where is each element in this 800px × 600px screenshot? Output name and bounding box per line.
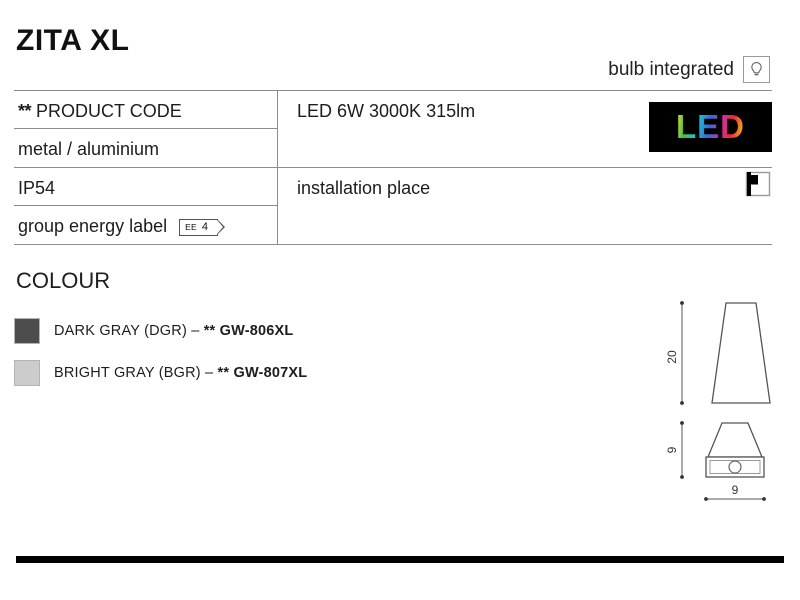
wall-mount-icon [744, 170, 772, 198]
table-rule-2 [14, 167, 772, 168]
colour-swatch-bright-gray [14, 360, 40, 386]
colour-label-dark-gray: DARK GRAY (DGR) – ** GW-806XL [54, 322, 293, 340]
ip-rating-label: IP54 [18, 178, 56, 198]
table-row: ** PRODUCT CODE [18, 100, 182, 122]
colour-code-bright-gray: GW-807XL [233, 365, 308, 381]
energy-label-text: group energy label [18, 216, 168, 236]
colour-stars-0: ** [203, 323, 216, 339]
light-bulb-icon [743, 56, 770, 83]
table-rule-top [14, 90, 772, 91]
energy-badge-prefix: EE [185, 222, 197, 233]
page-title: ZITA XL [16, 24, 130, 57]
led-logo: LED [649, 102, 772, 152]
bulb-integrated-label: bulb integrated [608, 58, 734, 80]
table-rule-bottom [14, 244, 772, 245]
product-spec-sheet: ZITA XL bulb integrated ** PRODUCT CODE … [0, 0, 800, 600]
colour-swatch-dark-gray [14, 318, 40, 344]
led-spec-value: LED 6W 3000K 315lm [297, 101, 476, 121]
svg-text:9: 9 [732, 483, 739, 497]
colour-dash-1: – [205, 365, 214, 381]
svg-text:20: 20 [665, 350, 679, 364]
colour-section-heading: COLOUR [16, 268, 111, 293]
colour-name-dark-gray: DARK GRAY (DGR) [54, 323, 187, 339]
led-logo-text: LED [676, 108, 745, 145]
colour-dash-0: – [191, 323, 200, 339]
installation-place-label: installation place [297, 178, 431, 198]
front-view-drawing: 9 9 [665, 421, 766, 501]
table-rule-3 [14, 205, 277, 206]
colour-label-bright-gray: BRIGHT GRAY (BGR) – ** GW-807XL [54, 364, 307, 382]
energy-badge-value: 4 [201, 221, 208, 234]
table-column-divider [277, 90, 278, 244]
table-rule-1 [14, 128, 277, 129]
colour-option-dark-gray: DARK GRAY (DGR) – ** GW-806XL [14, 318, 293, 344]
colour-code-dark-gray: GW-806XL [219, 323, 294, 339]
bulb-integrated-row: bulb integrated [608, 56, 770, 83]
bottom-divider-bar [16, 556, 784, 563]
svg-text:9: 9 [665, 446, 679, 453]
product-code-stars: ** [18, 101, 32, 121]
energy-label-row: group energy label EE 4 [18, 215, 225, 237]
colour-name-bright-gray: BRIGHT GRAY (BGR) [54, 365, 201, 381]
side-view-drawing: 20 [665, 301, 771, 405]
energy-efficiency-badge: EE 4 [179, 218, 225, 236]
material-label: metal / aluminium [18, 139, 160, 159]
product-code-label: PRODUCT CODE [31, 101, 182, 121]
technical-drawings: 20 9 9 [650, 285, 800, 515]
colour-stars-1: ** [217, 365, 230, 381]
colour-option-bright-gray: BRIGHT GRAY (BGR) – ** GW-807XL [14, 360, 307, 386]
